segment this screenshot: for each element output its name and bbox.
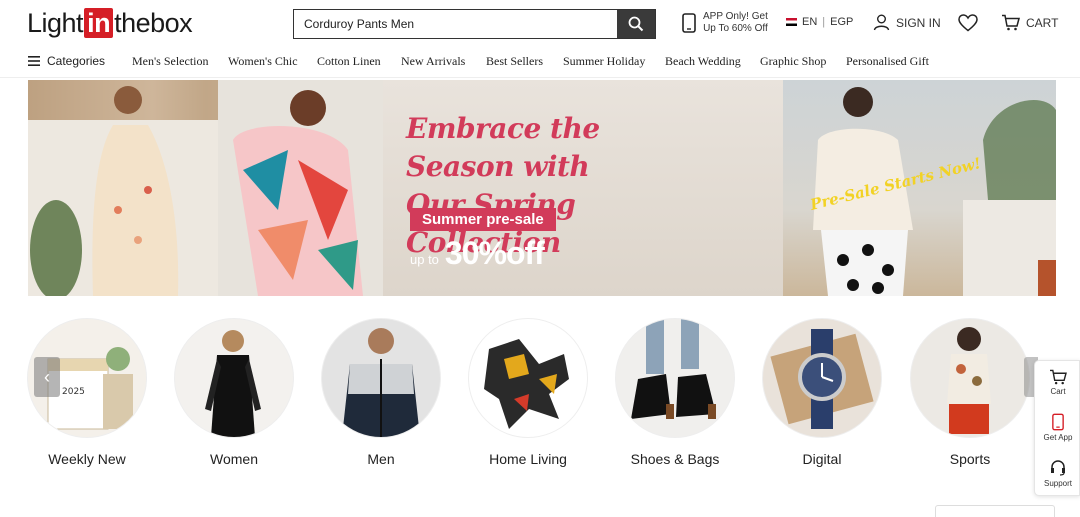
bottom-box [935, 505, 1055, 517]
nav-personalised-gift[interactable]: Personalised Gift [846, 54, 929, 69]
nav-new-arrivals[interactable]: New Arrivals [401, 54, 465, 69]
app-promo-line1: APP Only! Get [703, 11, 768, 22]
cart-label: CART [1026, 15, 1059, 30]
model-right-illustration [813, 87, 1056, 296]
nav-beach-wedding[interactable]: Beach Wedding [665, 54, 741, 69]
app-promo-line2: Up To 60% Off [703, 23, 768, 34]
side-get-app-button[interactable]: Get App [1035, 413, 1080, 442]
app-promo[interactable]: APP Only! Get Up To 60% Off [682, 11, 768, 35]
category-digital[interactable]: Digital [760, 318, 884, 467]
category-label: Home Living [489, 451, 567, 467]
category-label: Weekly New [48, 451, 126, 467]
categories-menu[interactable]: Categories [28, 54, 105, 68]
jacket-icon [321, 318, 441, 438]
site-header: Lightinthebox APP Only! Get Up To 60% Of… [0, 0, 1080, 48]
carousel-prev-button[interactable]: ‹ [34, 357, 60, 397]
side-support-label: Support [1043, 479, 1073, 488]
presale-tag: Summer pre-sale [410, 208, 556, 231]
discount-text: up to 30%off [410, 235, 545, 272]
phone-icon [682, 13, 696, 33]
search-button[interactable] [617, 10, 655, 38]
hamburger-icon [28, 56, 40, 66]
phone-icon [1052, 413, 1064, 431]
nav-summer-holiday[interactable]: Summer Holiday [563, 54, 645, 69]
cart-link[interactable]: CART [1001, 14, 1058, 31]
category-label: Digital [802, 451, 842, 467]
banner-photo-right [783, 80, 1056, 296]
logo-thebox: thebox [114, 7, 193, 38]
category-label: Women [210, 451, 258, 467]
category-sports[interactable]: Sports [908, 318, 1032, 467]
side-cart-button[interactable]: Cart [1035, 369, 1080, 396]
models-left-illustration [28, 80, 383, 296]
promo-banner[interactable]: Embrace the Season with Our Spring Colle… [28, 80, 1056, 296]
lang-divider: | [822, 16, 826, 28]
user-icon [873, 14, 890, 31]
category-men[interactable]: Men [319, 318, 443, 467]
nav-graphic-shop[interactable]: Graphic Shop [760, 54, 826, 69]
category-women[interactable]: Women [172, 318, 296, 467]
banner-photo-left [28, 80, 383, 296]
nav-mens-selection[interactable]: Men's Selection [132, 54, 208, 69]
sign-in-link[interactable]: SIGN IN [873, 14, 941, 31]
language-selector[interactable]: EN | EGP [786, 16, 853, 28]
wishlist-button[interactable] [958, 14, 978, 37]
side-cart-label: Cart [1050, 387, 1066, 396]
search-input[interactable] [294, 10, 617, 38]
logo-light: Light [27, 7, 84, 38]
site-logo[interactable]: Light in thebox [27, 7, 193, 39]
side-support-button[interactable]: Support [1035, 459, 1080, 488]
search-icon [628, 16, 644, 32]
category-shoes-bags[interactable]: Shoes & Bags [613, 318, 737, 467]
nav-womens-chic[interactable]: Women's Chic [228, 54, 298, 69]
search-bar [293, 9, 656, 39]
side-app-label: Get App [1043, 433, 1073, 442]
nav-best-sellers[interactable]: Best Sellers [486, 54, 543, 69]
category-label: Shoes & Bags [630, 451, 720, 467]
logo-in: in [84, 8, 114, 38]
cart-icon [1050, 369, 1067, 385]
upto-label: up to [410, 252, 439, 267]
nav-cotton-linen[interactable]: Cotton Linen [317, 54, 381, 69]
category-home-living[interactable]: Home Living [466, 318, 590, 467]
main-nav: Categories Men's Selection Women's Chic … [0, 48, 1080, 78]
sign-in-label: SIGN IN [896, 15, 941, 30]
shoe-icon [615, 318, 735, 438]
egypt-flag-icon [786, 18, 797, 26]
floating-side-panel: Cart Get App Support [1034, 360, 1080, 496]
heart-icon [958, 14, 978, 32]
categories-label: Categories [47, 54, 106, 68]
language-code: EN [802, 16, 818, 28]
cart-icon [1002, 14, 1020, 31]
category-label: Sports [949, 451, 991, 467]
category-carousel: 2025 Weekly New Women Men Home Living Sh… [0, 318, 1080, 478]
headset-icon [1051, 460, 1065, 476]
svg-text:2025: 2025 [62, 387, 85, 397]
banner-headline-line1: Embrace the Season with [406, 112, 600, 183]
watch-icon [762, 318, 882, 438]
sports-icon [910, 318, 1030, 438]
toy-icon [468, 318, 588, 438]
currency-code: EGP [830, 16, 854, 28]
chevron-left-icon: ‹ [44, 366, 50, 387]
category-label: Men [367, 451, 395, 467]
dress-icon [174, 318, 294, 438]
discount-value: 30%off [444, 235, 545, 271]
